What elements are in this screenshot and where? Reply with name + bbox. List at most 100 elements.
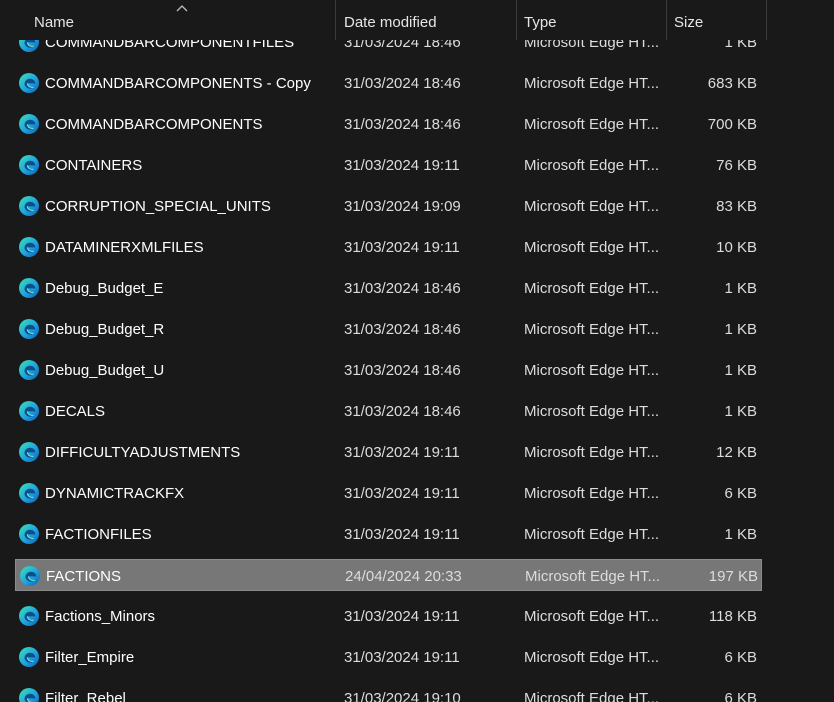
file-row[interactable]: Filter_Rebel 31/03/2024 19:10 Microsoft Ed… xyxy=(15,682,762,702)
file-name: Filter_Empire xyxy=(45,649,135,666)
file-type: Microsoft Edge HT... xyxy=(524,403,659,420)
column-header-date-modified[interactable]: Date modified xyxy=(336,0,517,40)
file-name: DATAMINERXMLFILES xyxy=(45,239,204,256)
file-name: Debug_Budget_R xyxy=(45,321,165,338)
column-header-bar: Name Date modified Type Size xyxy=(0,0,834,40)
microsoft-edge-icon xyxy=(19,196,39,216)
microsoft-edge-icon xyxy=(19,524,39,544)
file-type: Microsoft Edge HT... xyxy=(524,116,659,133)
file-size: 6 KB xyxy=(724,649,757,666)
file-type: Microsoft Edge HT... xyxy=(524,75,659,92)
file-size: 6 KB xyxy=(724,485,757,502)
microsoft-edge-icon xyxy=(19,442,39,462)
microsoft-edge-icon xyxy=(19,278,39,298)
file-row-selected[interactable]: FACTIONS 24/04/2024 20:33 Microsoft Edge H… xyxy=(15,559,762,591)
file-date-modified: 31/03/2024 19:09 xyxy=(344,198,461,215)
file-date-modified: 31/03/2024 18:46 xyxy=(344,116,461,133)
file-name: Debug_Budget_E xyxy=(45,280,164,297)
file-date-modified: 31/03/2024 19:11 xyxy=(344,239,460,256)
column-header-size-label: Size xyxy=(674,14,704,31)
microsoft-edge-icon xyxy=(19,319,39,339)
column-header-name-label: Name xyxy=(34,14,75,31)
column-header-type[interactable]: Type xyxy=(517,0,667,40)
microsoft-edge-icon xyxy=(19,483,39,503)
file-date-modified: 31/03/2024 19:10 xyxy=(344,690,461,702)
file-date-modified: 31/03/2024 19:11 xyxy=(344,649,460,666)
column-header-name[interactable]: Name xyxy=(26,0,336,40)
file-name: Factions_Minors xyxy=(45,608,156,625)
file-name: FACTIONFILES xyxy=(45,526,152,543)
file-row[interactable]: Filter_Empire 31/03/2024 19:11 Microsoft E… xyxy=(15,641,762,673)
file-size: 197 KB xyxy=(708,568,758,585)
microsoft-edge-icon xyxy=(19,360,39,380)
file-type: Microsoft Edge HT... xyxy=(525,568,660,585)
file-type: Microsoft Edge HT... xyxy=(524,321,659,338)
file-row[interactable]: DYNAMICTRACKFX 31/03/2024 19:11 Microsoft … xyxy=(15,477,762,509)
file-date-modified: 24/04/2024 20:33 xyxy=(345,568,462,585)
file-date-modified: 31/03/2024 19:11 xyxy=(344,444,460,461)
file-row[interactable]: FACTIONFILES 31/03/2024 19:11 Microsoft Ed… xyxy=(15,518,762,550)
file-size: 6 KB xyxy=(724,690,757,702)
file-row[interactable]: DECALS 31/03/2024 18:46 Microsoft Edge HT.… xyxy=(15,395,762,427)
file-date-modified: 31/03/2024 18:46 xyxy=(344,75,461,92)
file-size: 700 KB xyxy=(707,116,757,133)
file-size: 1 KB xyxy=(724,362,757,379)
file-row[interactable]: COMMANDBARCOMPONENTS 31/03/2024 18:46 Micr… xyxy=(15,108,762,140)
file-type: Microsoft Edge HT... xyxy=(524,485,659,502)
file-size: 1 KB xyxy=(724,280,757,297)
microsoft-edge-icon xyxy=(19,647,39,667)
file-name: DECALS xyxy=(45,403,106,420)
file-date-modified: 31/03/2024 18:46 xyxy=(344,321,461,338)
file-name: COMMANDBARCOMPONENTS xyxy=(45,116,263,133)
file-name: DYNAMICTRACKFX xyxy=(45,485,185,502)
microsoft-edge-icon xyxy=(19,606,39,626)
file-type: Microsoft Edge HT... xyxy=(524,198,659,215)
microsoft-edge-icon xyxy=(19,114,39,134)
file-size: 12 KB xyxy=(716,444,757,461)
file-name: CORRUPTION_SPECIAL_UNITS xyxy=(45,198,271,215)
file-row[interactable]: Factions_Minors 31/03/2024 19:11 Microsoft… xyxy=(15,600,762,632)
file-row[interactable]: Debug_Budget_R 31/03/2024 18:46 Microsoft … xyxy=(15,313,762,345)
microsoft-edge-icon xyxy=(19,688,39,702)
file-size: 1 KB xyxy=(724,526,757,543)
file-size: 76 KB xyxy=(716,157,757,174)
file-type: Microsoft Edge HT... xyxy=(524,362,659,379)
microsoft-edge-icon xyxy=(19,155,39,175)
file-size: 118 KB xyxy=(708,608,757,625)
file-date-modified: 31/03/2024 19:11 xyxy=(344,485,460,502)
file-size: 1 KB xyxy=(724,403,757,420)
column-header-size[interactable]: Size xyxy=(667,0,767,40)
file-size: 683 KB xyxy=(707,75,757,92)
file-type: Microsoft Edge HT... xyxy=(524,649,659,666)
file-name: COMMANDBARCOMPONENTS - Copy xyxy=(45,75,311,92)
file-row[interactable]: Debug_Budget_U 31/03/2024 18:46 Microsoft … xyxy=(15,354,762,386)
microsoft-edge-icon xyxy=(19,401,39,421)
file-row[interactable]: DATAMINERXMLFILES 31/03/2024 19:11 Microso… xyxy=(15,231,762,263)
file-type: Microsoft Edge HT... xyxy=(524,690,659,702)
file-size: 1 KB xyxy=(724,321,757,338)
file-date-modified: 31/03/2024 19:11 xyxy=(344,157,460,174)
microsoft-edge-icon xyxy=(19,237,39,257)
file-date-modified: 31/03/2024 18:46 xyxy=(344,362,461,379)
file-date-modified: 31/03/2024 19:11 xyxy=(344,608,460,625)
file-row[interactable]: Debug_Budget_E 31/03/2024 18:46 Microsoft … xyxy=(15,272,762,304)
file-name: Filter_Rebel xyxy=(45,690,126,702)
file-row[interactable]: COMMANDBARCOMPONENTS - Copy 31/03/2024 18… xyxy=(15,67,762,99)
file-date-modified: 31/03/2024 18:46 xyxy=(344,403,461,420)
file-date-modified: 31/03/2024 18:46 xyxy=(344,280,461,297)
microsoft-edge-icon xyxy=(20,566,40,586)
file-row[interactable]: DIFFICULTYADJUSTMENTS 31/03/2024 19:11 Mic… xyxy=(15,436,762,468)
file-row[interactable]: CORRUPTION_SPECIAL_UNITS 31/03/2024 19:09… xyxy=(15,190,762,222)
file-row[interactable]: CONTAINERS 31/03/2024 19:11 Microsoft Edge… xyxy=(15,149,762,181)
file-name: Debug_Budget_U xyxy=(45,362,165,379)
file-date-modified: 31/03/2024 19:11 xyxy=(344,526,460,543)
file-name: FACTIONS xyxy=(46,568,122,585)
file-size: 10 KB xyxy=(716,239,757,256)
file-size: 83 KB xyxy=(716,198,757,215)
file-type: Microsoft Edge HT... xyxy=(524,239,659,256)
microsoft-edge-icon xyxy=(19,73,39,93)
file-type: Microsoft Edge HT... xyxy=(524,608,659,625)
column-header-date-label: Date modified xyxy=(344,14,437,31)
file-type: Microsoft Edge HT... xyxy=(524,157,659,174)
file-type: Microsoft Edge HT... xyxy=(524,526,659,543)
